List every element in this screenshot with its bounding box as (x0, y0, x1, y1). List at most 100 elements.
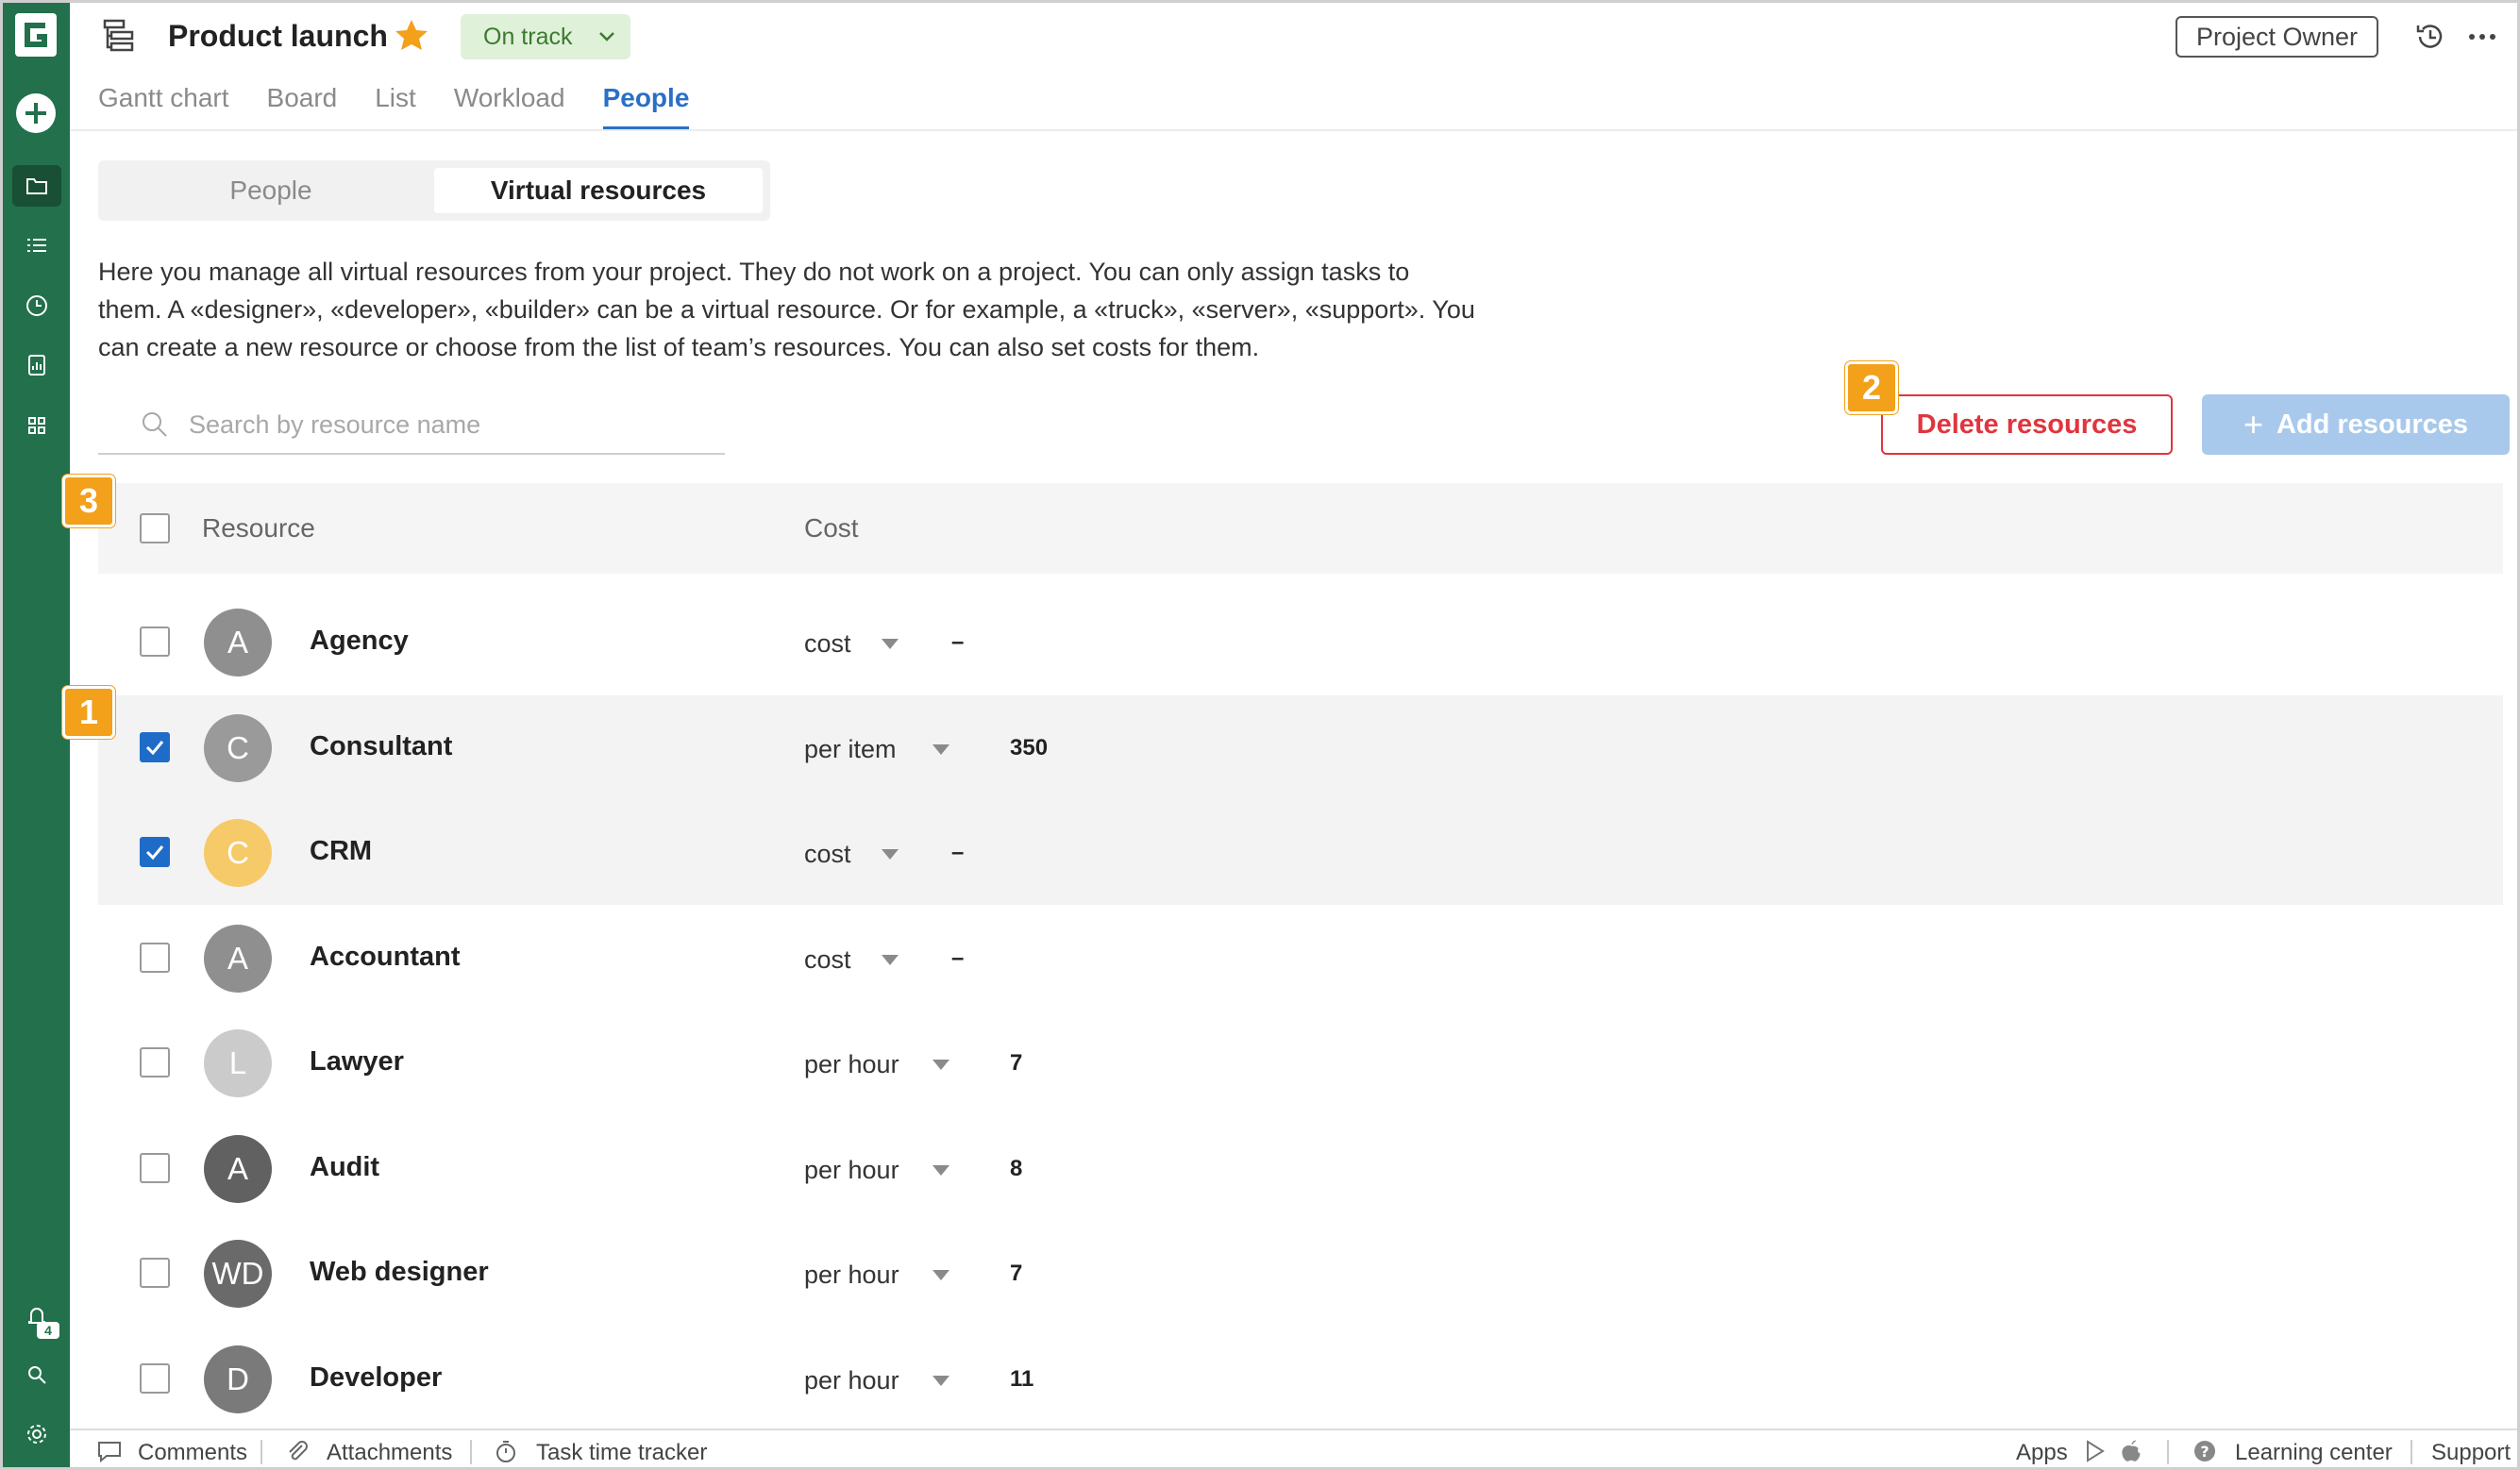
table-row[interactable]: A Agency cost – (98, 590, 2503, 694)
plus-icon: + (2243, 405, 2263, 443)
cost-value[interactable]: – (951, 945, 964, 972)
avatar: D (204, 1345, 272, 1413)
column-header-cost: Cost (804, 513, 859, 543)
cost-type-select[interactable]: per hour (804, 1366, 899, 1395)
resource-name[interactable]: CRM (310, 836, 372, 867)
footer-apps[interactable]: Apps (2016, 1440, 2068, 1466)
footer-divider (2411, 1440, 2412, 1464)
resource-name[interactable]: Audit (310, 1152, 379, 1183)
footer-time-tracker[interactable]: Task time tracker (536, 1440, 707, 1466)
footer-comments[interactable]: Comments (138, 1440, 247, 1466)
annotation-marker-2: 2 (1845, 361, 1898, 414)
footer-learning-center[interactable]: Learning center (2235, 1440, 2393, 1466)
sidebar-item-reports[interactable] (12, 344, 61, 386)
tab-people[interactable]: People (602, 83, 689, 130)
gear-icon (27, 1425, 46, 1444)
cost-value[interactable]: 11 (1010, 1366, 1033, 1393)
apple-icon[interactable] (2118, 1438, 2144, 1464)
ganttpro-logo-icon[interactable] (14, 12, 58, 58)
more-options-icon[interactable] (2463, 19, 2501, 55)
resource-name[interactable]: Web designer (310, 1257, 489, 1288)
tab-board[interactable]: Board (267, 83, 338, 130)
cost-type-select[interactable]: cost (804, 629, 851, 659)
table-row[interactable]: WD Web designer per hour 7 (98, 1221, 2503, 1326)
table-row[interactable]: C Consultant per item 350 (98, 694, 2503, 800)
select-all-checkbox[interactable] (140, 513, 170, 543)
sidebar-item-list[interactable] (12, 225, 61, 266)
row-checkbox[interactable] (140, 1362, 170, 1394)
cost-type-select[interactable]: cost (804, 840, 851, 869)
description-text: Here you manage all virtual resources fr… (98, 258, 1475, 361)
cost-value[interactable]: 350 (1010, 735, 1048, 761)
cost-type-select[interactable]: cost (804, 945, 851, 975)
row-checkbox[interactable] (140, 626, 170, 657)
row-checkbox[interactable] (140, 1258, 170, 1288)
caret-down-icon[interactable] (932, 1270, 949, 1280)
resource-name[interactable]: Agency (310, 626, 409, 657)
caret-down-icon[interactable] (932, 1375, 949, 1386)
table-row[interactable]: L Lawyer per hour 7 (98, 1011, 2503, 1115)
table-header: Resource Cost (98, 483, 2503, 574)
cost-type-select[interactable]: per hour (804, 1050, 899, 1079)
caret-down-icon[interactable] (932, 1060, 949, 1070)
cost-type-select[interactable]: per item (804, 735, 897, 764)
checkmark-icon (145, 845, 164, 860)
cost-type-select[interactable]: per hour (804, 1261, 899, 1290)
add-resources-button[interactable]: + Add resources (2202, 394, 2510, 455)
view-tabs: Gantt chart Board List Workload People (98, 83, 689, 130)
footer-divider (470, 1440, 472, 1464)
report-icon (28, 355, 45, 376)
sidebar-item-search[interactable] (12, 1354, 61, 1395)
search-input[interactable] (189, 406, 717, 443)
avatar: L (204, 1029, 272, 1097)
create-new-icon[interactable] (16, 93, 56, 133)
star-icon[interactable] (393, 17, 430, 55)
add-resources-label: Add resources (2276, 409, 2469, 440)
tab-gantt-chart[interactable]: Gantt chart (98, 83, 229, 130)
cost-value[interactable]: 7 (1010, 1050, 1022, 1077)
google-play-icon[interactable] (2082, 1438, 2108, 1464)
caret-down-icon[interactable] (932, 743, 949, 755)
resource-name[interactable]: Consultant (310, 731, 452, 762)
footer-support[interactable]: Support (2431, 1440, 2511, 1466)
table-row[interactable]: C CRM cost – (98, 800, 2503, 905)
cost-value[interactable]: 8 (1010, 1156, 1022, 1182)
footer-bar: Comments Attachments Task time tracker A… (70, 1428, 2517, 1467)
history-icon[interactable] (2412, 19, 2448, 55)
sidebar-item-time[interactable] (12, 285, 61, 326)
resource-name[interactable]: Lawyer (310, 1046, 404, 1077)
caret-down-icon[interactable] (882, 954, 899, 965)
segment-people[interactable]: People (106, 168, 436, 213)
delete-resources-button[interactable]: Delete resources (1881, 394, 2173, 455)
caret-down-icon[interactable] (882, 639, 899, 649)
cost-value[interactable]: 7 (1010, 1261, 1022, 1287)
table-row[interactable]: A Accountant cost – (98, 906, 2503, 1011)
cost-value[interactable]: – (951, 629, 964, 656)
sidebar-item-settings[interactable] (12, 1413, 61, 1455)
checkmark-icon (145, 740, 164, 755)
sidebar-item-projects[interactable] (12, 165, 61, 207)
grid-icon (28, 417, 45, 434)
row-checkbox[interactable] (140, 837, 170, 867)
avatar: C (204, 713, 272, 782)
cost-value[interactable]: – (951, 840, 964, 866)
row-checkbox[interactable] (140, 942, 170, 973)
project-title[interactable]: Product launch (168, 19, 388, 54)
table-row[interactable]: D Developer per hour 11 (98, 1327, 2503, 1431)
tab-list[interactable]: List (375, 83, 416, 130)
tab-workload[interactable]: Workload (454, 83, 565, 130)
caret-down-icon[interactable] (882, 849, 899, 860)
resource-name[interactable]: Accountant (310, 942, 461, 973)
row-checkbox[interactable] (140, 1152, 170, 1183)
status-dropdown[interactable]: On track (461, 14, 630, 59)
sidebar-item-apps[interactable] (12, 405, 61, 446)
row-checkbox[interactable] (140, 731, 170, 762)
cost-type-select[interactable]: per hour (804, 1156, 899, 1185)
table-row[interactable]: A Audit per hour 8 (98, 1116, 2503, 1221)
row-checkbox[interactable] (140, 1047, 170, 1077)
footer-attachments[interactable]: Attachments (327, 1440, 452, 1466)
segment-virtual-resources[interactable]: Virtual resources (434, 168, 763, 213)
resource-name[interactable]: Developer (310, 1362, 442, 1394)
caret-down-icon[interactable] (932, 1164, 949, 1176)
project-owner-badge[interactable]: Project Owner (2176, 16, 2378, 58)
